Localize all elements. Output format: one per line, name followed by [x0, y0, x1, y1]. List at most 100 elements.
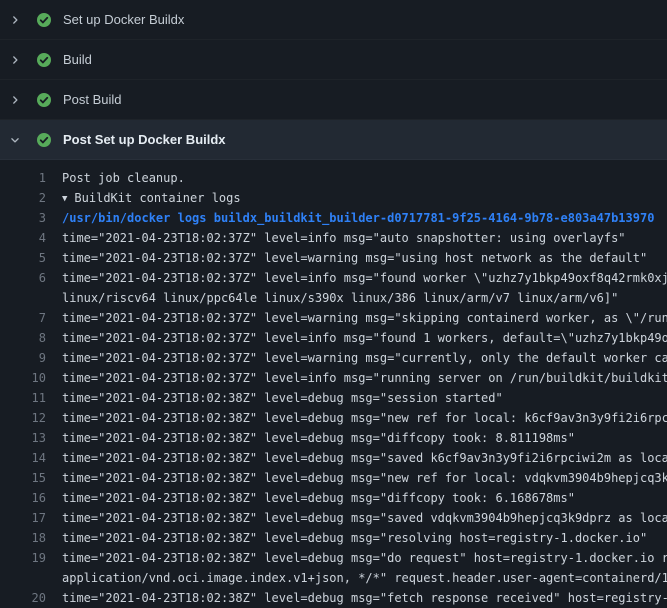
line-number[interactable]: 5 [0, 248, 46, 268]
line-text: /usr/bin/docker logs buildx_buildkit_bui… [62, 208, 667, 228]
line-text: Post job cleanup. [62, 168, 667, 188]
check-circle-icon [36, 12, 52, 28]
line-text: time="2021-04-23T18:02:38Z" level=debug … [62, 388, 667, 408]
log-line: 4 time="2021-04-23T18:02:37Z" level=info… [0, 228, 667, 248]
line-number[interactable]: 1 [0, 168, 46, 188]
line-text-content: time="2021-04-23T18:02:38Z" level=debug … [62, 431, 575, 445]
line-number[interactable]: 7 [0, 308, 46, 328]
line-number[interactable]: 6 [0, 268, 46, 288]
log-line: 12 time="2021-04-23T18:02:38Z" level=deb… [0, 408, 667, 428]
step-header[interactable]: Build [0, 40, 667, 80]
log-line: 5 time="2021-04-23T18:02:37Z" level=warn… [0, 248, 667, 268]
line-number[interactable]: 9 [0, 348, 46, 368]
line-text-content: Post job cleanup. [62, 171, 185, 185]
log-line: 14 time="2021-04-23T18:02:38Z" level=deb… [0, 448, 667, 468]
log-line: 16 time="2021-04-23T18:02:38Z" level=deb… [0, 488, 667, 508]
line-text-content: time="2021-04-23T18:02:37Z" level=info m… [62, 331, 667, 345]
check-circle-icon [36, 92, 52, 108]
line-text: time="2021-04-23T18:02:38Z" level=debug … [62, 428, 667, 448]
step-header[interactable]: Post Set up Docker Buildx [0, 120, 667, 160]
line-text-content: time="2021-04-23T18:02:38Z" level=debug … [62, 471, 667, 485]
line-number[interactable]: 19 [0, 548, 46, 568]
line-number[interactable]: 2 [0, 188, 46, 208]
line-text: time="2021-04-23T18:02:38Z" level=debug … [62, 468, 667, 488]
line-number[interactable]: 8 [0, 328, 46, 348]
line-number[interactable]: 10 [0, 368, 46, 388]
line-text: time="2021-04-23T18:02:37Z" level=warnin… [62, 348, 667, 368]
line-text: time="2021-04-23T18:02:37Z" level=warnin… [62, 248, 667, 268]
line-text-content: time="2021-04-23T18:02:38Z" level=debug … [62, 551, 667, 565]
line-number[interactable]: 18 [0, 528, 46, 548]
line-number[interactable]: 11 [0, 388, 46, 408]
line-text: linux/riscv64 linux/ppc64le linux/s390x … [62, 288, 667, 308]
line-text-content: time="2021-04-23T18:02:37Z" level=info m… [62, 271, 667, 285]
log-line: 8 time="2021-04-23T18:02:37Z" level=info… [0, 328, 667, 348]
step-label: Post Build [63, 92, 122, 107]
log-line: 6 time="2021-04-23T18:02:37Z" level=info… [0, 268, 667, 288]
log-line: 2 ▼ BuildKit container logs [0, 188, 667, 208]
workflow-log-viewer: Set up Docker Buildx Build Post Build [0, 0, 667, 608]
line-number[interactable]: 13 [0, 428, 46, 448]
line-number[interactable] [0, 288, 46, 308]
line-text-content: time="2021-04-23T18:02:38Z" level=debug … [62, 531, 647, 545]
line-text: time="2021-04-23T18:02:38Z" level=debug … [62, 448, 667, 468]
line-text-content: time="2021-04-23T18:02:37Z" level=warnin… [62, 311, 667, 325]
log-line: 20 time="2021-04-23T18:02:38Z" level=deb… [0, 588, 667, 608]
log-line: application/vnd.oci.image.index.v1+json,… [0, 568, 667, 588]
group-toggle-icon[interactable]: ▼ [62, 189, 67, 208]
line-text: time="2021-04-23T18:02:38Z" level=debug … [62, 588, 667, 608]
line-text-content: time="2021-04-23T18:02:37Z" level=info m… [62, 231, 626, 245]
line-text-content: time="2021-04-23T18:02:38Z" level=debug … [62, 391, 503, 405]
log-line: 9 time="2021-04-23T18:02:37Z" level=warn… [0, 348, 667, 368]
line-text-content: time="2021-04-23T18:02:37Z" level=warnin… [62, 251, 647, 265]
line-text-content: time="2021-04-23T18:02:38Z" level=debug … [62, 591, 667, 605]
log-line: linux/riscv64 linux/ppc64le linux/s390x … [0, 288, 667, 308]
log-line: 10 time="2021-04-23T18:02:37Z" level=inf… [0, 368, 667, 388]
line-number[interactable] [0, 568, 46, 588]
line-text: time="2021-04-23T18:02:38Z" level=debug … [62, 548, 667, 568]
line-text: time="2021-04-23T18:02:38Z" level=debug … [62, 508, 667, 528]
log-line: 17 time="2021-04-23T18:02:38Z" level=deb… [0, 508, 667, 528]
line-text: time="2021-04-23T18:02:37Z" level=info m… [62, 268, 667, 288]
step-header[interactable]: Set up Docker Buildx [0, 0, 667, 40]
line-text: time="2021-04-23T18:02:37Z" level=info m… [62, 328, 667, 348]
line-text-content: linux/riscv64 linux/ppc64le linux/s390x … [62, 291, 618, 305]
line-number[interactable]: 20 [0, 588, 46, 608]
line-text-content: time="2021-04-23T18:02:38Z" level=debug … [62, 511, 667, 525]
line-text-content: /usr/bin/docker logs buildx_buildkit_bui… [62, 211, 654, 225]
step-header[interactable]: Post Build [0, 80, 667, 120]
log-line: 11 time="2021-04-23T18:02:38Z" level=deb… [0, 388, 667, 408]
line-text: application/vnd.oci.image.index.v1+json,… [62, 568, 667, 588]
line-text: time="2021-04-23T18:02:37Z" level=info m… [62, 228, 667, 248]
line-number[interactable]: 4 [0, 228, 46, 248]
chevron-right-icon [10, 95, 36, 105]
log-line: 19 time="2021-04-23T18:02:38Z" level=deb… [0, 548, 667, 568]
check-circle-icon [36, 52, 52, 68]
line-number[interactable]: 12 [0, 408, 46, 428]
line-number[interactable]: 17 [0, 508, 46, 528]
line-text-content: time="2021-04-23T18:02:38Z" level=debug … [62, 411, 667, 425]
log-line: 3 /usr/bin/docker logs buildx_buildkit_b… [0, 208, 667, 228]
chevron-right-icon [10, 15, 36, 25]
line-text-content: time="2021-04-23T18:02:38Z" level=debug … [62, 491, 575, 505]
line-text: time="2021-04-23T18:02:37Z" level=warnin… [62, 308, 667, 328]
step-label: Post Set up Docker Buildx [63, 132, 226, 147]
steps-list: Set up Docker Buildx Build Post Build [0, 0, 667, 160]
line-text: time="2021-04-23T18:02:38Z" level=debug … [62, 488, 667, 508]
line-number[interactable]: 3 [0, 208, 46, 228]
line-text-content: application/vnd.oci.image.index.v1+json,… [62, 571, 667, 585]
check-circle-icon [36, 132, 52, 148]
line-text: time="2021-04-23T18:02:38Z" level=debug … [62, 528, 667, 548]
line-number[interactable]: 16 [0, 488, 46, 508]
log-line: 15 time="2021-04-23T18:02:38Z" level=deb… [0, 468, 667, 488]
line-number[interactable]: 14 [0, 448, 46, 468]
line-text-content: BuildKit container logs [74, 191, 240, 205]
step-label: Build [63, 52, 92, 67]
line-text-content: time="2021-04-23T18:02:38Z" level=debug … [62, 451, 667, 465]
step-label: Set up Docker Buildx [63, 12, 184, 27]
line-text-content: time="2021-04-23T18:02:37Z" level=info m… [62, 371, 667, 385]
log-line: 7 time="2021-04-23T18:02:37Z" level=warn… [0, 308, 667, 328]
log-area: 1 Post job cleanup. 2 ▼ BuildKit containe… [0, 160, 667, 608]
line-number[interactable]: 15 [0, 468, 46, 488]
chevron-right-icon [10, 55, 36, 65]
